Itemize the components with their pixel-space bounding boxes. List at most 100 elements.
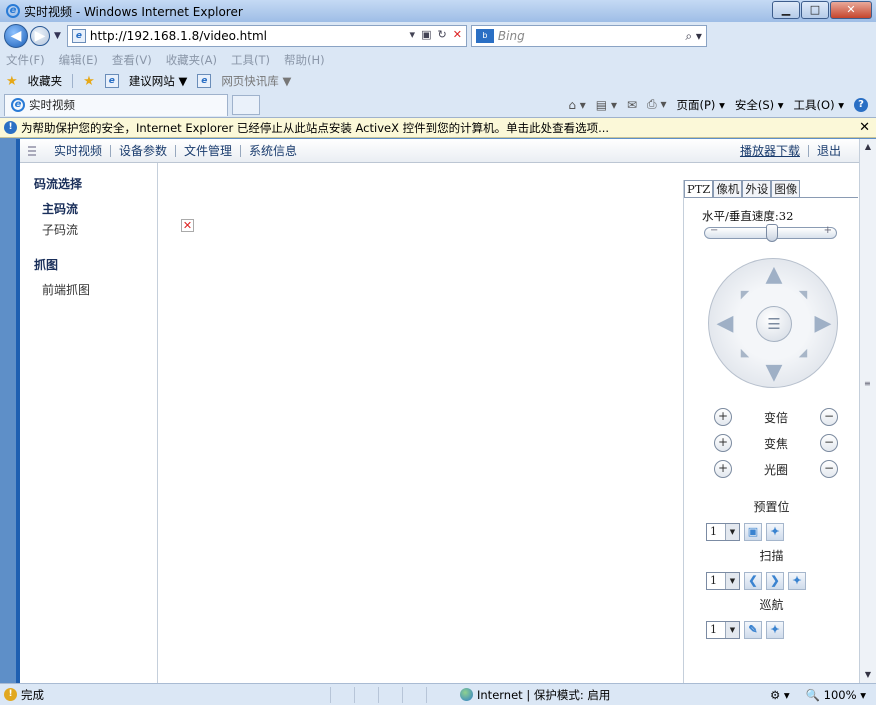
menu-edit[interactable]: 编辑(E): [59, 52, 98, 68]
status-text: 完成: [21, 687, 44, 702]
refresh-icon[interactable]: ↻: [437, 28, 446, 41]
scroll-up-icon[interactable]: ▲: [860, 139, 876, 155]
scroll-down-icon[interactable]: ▼: [860, 667, 876, 683]
tab-peripheral[interactable]: 外设: [742, 180, 772, 197]
menu-file[interactable]: 文件(F): [6, 52, 45, 68]
info-bar-text[interactable]: 为帮助保护您的安全，Internet Explorer 已经停止从此站点安装 A…: [21, 120, 609, 136]
cruise-controls: 1 ▼ ✎ ✦: [706, 621, 784, 639]
down-left-arrow-icon[interactable]: ◣: [733, 341, 757, 365]
home-icon[interactable]: ⌂ ▾: [568, 98, 585, 112]
logout-link[interactable]: 退出: [809, 142, 849, 159]
scan-controls: 1 ▼ ❮ ❯ ✦: [706, 572, 806, 590]
add-favorite-icon[interactable]: ★: [83, 74, 95, 89]
sub-stream-item[interactable]: 子码流: [34, 221, 157, 238]
tab-ptz[interactable]: PTZ: [684, 180, 714, 197]
goto-preset-icon[interactable]: ✦: [766, 523, 784, 541]
zoom-out-button[interactable]: −: [820, 408, 838, 426]
nav-file-management[interactable]: 文件管理: [176, 142, 240, 159]
focus-in-button[interactable]: +: [714, 434, 732, 452]
cruise-edit-icon[interactable]: ✎: [744, 621, 762, 639]
minimize-button[interactable]: ▁: [772, 1, 800, 19]
ptz-panel: PTZ 像机 外设 图像 水平/垂直速度:32 − + ▲ ▼ ◀ ▶ ◤ ◥ …: [683, 180, 858, 683]
left-arrow-icon[interactable]: ◀: [713, 312, 737, 336]
chevron-down-icon: ▼: [725, 524, 739, 540]
chevron-down-icon: ▼: [725, 573, 739, 589]
tools-menu[interactable]: 工具(O) ▾: [794, 97, 844, 113]
search-icon[interactable]: ⌕ ▾: [685, 29, 702, 44]
cruise-run-icon[interactable]: ✦: [766, 621, 784, 639]
down-right-arrow-icon[interactable]: ◢: [791, 341, 815, 365]
print-icon[interactable]: ⎙ ▾: [647, 97, 666, 112]
scroll-grip-icon[interactable]: ≡: [864, 379, 871, 388]
scan-stop-icon[interactable]: ✦: [788, 572, 806, 590]
info-bar[interactable]: ! 为帮助保护您的安全，Internet Explorer 已经停止从此站点安装…: [0, 118, 876, 138]
scan-right-icon[interactable]: ❯: [766, 572, 784, 590]
nav-live-video[interactable]: 实时视频: [46, 142, 110, 159]
page-icon: e: [71, 29, 86, 43]
suggested-sites-link[interactable]: 建议网站 ▼: [129, 73, 188, 89]
tab-image[interactable]: 图像: [771, 180, 801, 197]
iris-open-button[interactable]: +: [714, 460, 732, 478]
slider-thumb[interactable]: [766, 224, 778, 242]
up-arrow-icon[interactable]: ▲: [762, 263, 786, 287]
help-icon[interactable]: ?: [854, 97, 868, 112]
close-button[interactable]: ✕: [830, 1, 872, 19]
vertical-scrollbar[interactable]: ▲ ≡ ▼: [859, 139, 876, 683]
search-input[interactable]: b Bing ⌕ ▾: [470, 25, 707, 47]
stop-icon[interactable]: ✕: [453, 28, 462, 41]
mail-icon[interactable]: ✉: [627, 98, 637, 112]
close-icon[interactable]: ✕: [859, 120, 870, 135]
up-left-arrow-icon[interactable]: ◤: [733, 283, 757, 307]
focus-out-button[interactable]: −: [820, 434, 838, 452]
preset-select[interactable]: 1 ▼: [706, 523, 740, 541]
tab-live-video[interactable]: e 实时视频: [4, 93, 228, 116]
scan-left-icon[interactable]: ❮: [744, 572, 762, 590]
nav-system-info[interactable]: 系统信息: [241, 142, 305, 159]
back-button[interactable]: ◀: [4, 24, 28, 48]
web-slice-gallery-link[interactable]: 网页快讯库 ▼: [221, 73, 291, 89]
feeds-icon[interactable]: ▤ ▾: [596, 98, 617, 112]
favorites-bar: ★ 收藏夹 ★ e 建议网站 ▼ e 网页快讯库 ▼: [0, 70, 876, 92]
player-download-link[interactable]: 播放器下载: [732, 142, 808, 159]
page-menu[interactable]: 页面(P) ▾: [677, 97, 725, 113]
zoom-level[interactable]: 🔍 100% ▾: [806, 688, 866, 702]
compatibility-icon[interactable]: ▣: [421, 28, 431, 41]
iris-close-button[interactable]: −: [820, 460, 838, 478]
speed-slider[interactable]: − +: [704, 224, 837, 242]
zoom-in-button[interactable]: +: [714, 408, 732, 426]
url-dropdown-icon[interactable]: ▾: [410, 28, 416, 41]
menu-help[interactable]: 帮助(H): [284, 52, 325, 68]
scan-select[interactable]: 1 ▼: [706, 572, 740, 590]
save-preset-icon[interactable]: ▣: [744, 523, 762, 541]
favorites-button[interactable]: 收藏夹: [28, 73, 63, 89]
menu-center-icon[interactable]: ☰: [756, 306, 792, 342]
main-stream-item[interactable]: 主码流: [34, 200, 157, 217]
up-right-arrow-icon[interactable]: ◥: [791, 283, 815, 307]
protected-mode-icon[interactable]: ⚙ ▾: [770, 688, 790, 702]
page-content: 实时视频 设备参数 文件管理 系统信息 播放器下载 退出 码流选择 主码流 子码…: [16, 139, 859, 683]
menu-tools[interactable]: 工具(T): [231, 52, 270, 68]
maximize-button[interactable]: □: [801, 1, 829, 19]
right-arrow-icon[interactable]: ▶: [811, 312, 835, 336]
page-icon: e: [104, 74, 119, 88]
history-dropdown-icon[interactable]: ▼: [54, 31, 61, 41]
security-zone[interactable]: Internet | 保护模式: 启用: [460, 687, 610, 703]
down-arrow-icon[interactable]: ▼: [762, 361, 786, 385]
zoom-label: 变倍: [763, 410, 788, 425]
front-capture-item[interactable]: 前端抓图: [34, 281, 157, 298]
cruise-select[interactable]: 1 ▼: [706, 621, 740, 639]
title-bar: e 实时视频 - Windows Internet Explorer ▁ □ ✕: [0, 0, 876, 22]
nav-device-params[interactable]: 设备参数: [111, 142, 175, 159]
direction-pad: ▲ ▼ ◀ ▶ ◤ ◥ ◣ ◢ ☰: [708, 258, 838, 388]
new-tab-button[interactable]: [232, 94, 260, 115]
tab-camera[interactable]: 像机: [713, 180, 743, 197]
menu-view[interactable]: 查看(V): [112, 52, 152, 68]
safety-menu[interactable]: 安全(S) ▾: [735, 97, 784, 113]
divider: [72, 74, 74, 88]
warning-icon: !: [4, 688, 17, 701]
tab-row: e 实时视频 ⌂ ▾ ▤ ▾ ✉ ⎙ ▾ 页面(P) ▾ 安全(S) ▾ 工具(…: [0, 92, 876, 118]
forward-button[interactable]: ▶: [30, 26, 50, 46]
scan-label: 扫描: [759, 549, 784, 563]
menu-favorites[interactable]: 收藏夹(A): [166, 52, 217, 68]
url-field[interactable]: e http://192.168.1.8/video.html ▾ ▣ ↻ ✕: [66, 25, 467, 47]
